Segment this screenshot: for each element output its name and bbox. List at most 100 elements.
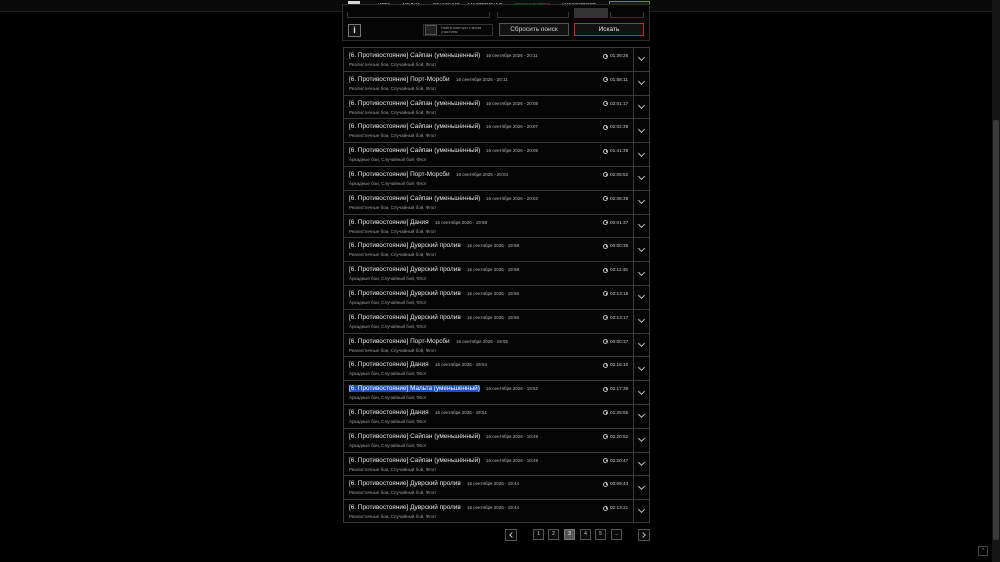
page-button[interactable]: 4 — [580, 529, 591, 540]
replay-date: 16 сентября 2026 - 20:07 — [486, 124, 538, 130]
replay-title[interactable]: [6. Противостояние] Порт-Морсби — [349, 338, 450, 345]
duration-value: 00:00:37 — [610, 338, 629, 344]
page-button[interactable]: ... — [611, 529, 622, 540]
page-button[interactable]: 5 — [595, 529, 606, 540]
expand-row-button[interactable] — [633, 95, 649, 119]
expand-row-button[interactable] — [633, 285, 649, 309]
replay-mode: Реалистичные бои, Случайный бой, Флот — [349, 62, 437, 67]
expand-row-button[interactable] — [633, 143, 649, 166]
replay-row[interactable]: [6. Противостояние] Дуврский пролив 16 се… — [343, 284, 650, 309]
expand-row-button[interactable] — [633, 119, 649, 143]
replay-title[interactable]: [6. Противостояние] Сайпан (уменьшенный) — [349, 457, 480, 464]
reset-search-button[interactable]: Сбросить поиск — [499, 23, 569, 36]
filter-field-1[interactable] — [347, 12, 490, 18]
pagination-next-button[interactable] — [638, 529, 650, 541]
page-button[interactable]: 1 — [533, 529, 544, 540]
replay-row[interactable]: [6. Противостояние] Дания 16 сентября 202… — [343, 403, 650, 428]
replay-row[interactable]: [6. Противостояние] Сайпан (уменьшенный)… — [343, 94, 650, 119]
replay-row[interactable]: [6. Противостояние] Сайпан (уменьшенный)… — [343, 427, 650, 452]
replay-title[interactable]: [6. Противостояние] Порт-Морсби — [349, 76, 450, 83]
replay-date: 16 сентября 2026 - 19:44 — [467, 481, 519, 487]
checkbox-box[interactable] — [425, 25, 437, 35]
replay-row[interactable]: [6. Противостояние] Порт-Морсби 16 сентяб… — [343, 70, 650, 95]
expand-row-button[interactable] — [633, 238, 649, 262]
replay-title[interactable]: [6. Противостояние] Дуврский пролив — [349, 290, 461, 297]
replay-date: 16 сентября 2026 - 20:08 — [486, 100, 538, 106]
replay-row[interactable]: [6. Противостояние] Порт-Морсби 16 сентяб… — [343, 165, 650, 190]
replay-mode: Аркадные бои, Случайный бой, Флот — [349, 418, 427, 424]
replay-row[interactable]: [6. Противостояние] Сайпан (уменьшенный)… — [343, 118, 650, 143]
replay-row[interactable]: [6. Противостояние] Дуврский пролив 16 се… — [343, 261, 650, 285]
expand-row-button[interactable] — [633, 71, 649, 95]
replay-row[interactable]: [6. Противостояние] Дуврский пролив 16 се… — [343, 499, 650, 523]
duration-value: 02:13:21 — [610, 505, 629, 511]
chevron-down-icon — [637, 268, 646, 276]
expand-row-button[interactable] — [633, 404, 649, 428]
expand-row-button[interactable] — [633, 166, 649, 190]
duration-value: 02:11:45 — [610, 267, 628, 273]
replay-title[interactable]: [6. Противостояние] Сайпан (уменьшенный) — [349, 433, 480, 440]
expand-row-button[interactable] — [633, 381, 649, 404]
my-replays-checkbox[interactable]: Найти повторы с моим участием — [423, 24, 493, 36]
replay-row[interactable]: [6. Противостояние] Дуврский пролив 16 се… — [343, 237, 650, 262]
replay-duration: 02:13:16 — [603, 291, 628, 297]
expand-row-button[interactable] — [633, 452, 649, 476]
replay-title[interactable]: [6. Противостояние] Дания — [349, 361, 429, 368]
replay-row[interactable]: [6. Противостояние] Сайпан (уменьшенный)… — [343, 47, 650, 71]
scrollbar-thumb[interactable] — [993, 120, 999, 540]
replay-title[interactable]: [6. Противостояние] Мальта (уменьшенный) — [349, 385, 480, 393]
replay-title[interactable]: [6. Противостояние] Дуврский пролив — [349, 242, 461, 249]
page-button[interactable]: 2 — [548, 529, 559, 540]
replay-title[interactable]: [6. Противостояние] Сайпан (уменьшенный) — [349, 195, 480, 202]
chevron-down-icon — [637, 387, 646, 395]
replay-title[interactable]: [6. Противостояние] Дания — [349, 219, 429, 226]
expand-row-button[interactable] — [633, 428, 649, 452]
expand-row-button[interactable] — [633, 190, 649, 214]
chevron-down-icon — [637, 125, 646, 133]
replay-row[interactable]: [6. Противостояние] Мальта (уменьшенный)… — [343, 380, 650, 404]
page-scrollbar[interactable] — [992, 0, 1000, 562]
replay-title[interactable]: [6. Противостояние] Дания — [349, 409, 429, 416]
replay-title[interactable]: [6. Противостояние] Сайпан (уменьшенный) — [349, 123, 480, 130]
replay-title[interactable]: [6. Противостояние] Дуврский пролив — [349, 314, 461, 321]
filter-field-3[interactable] — [574, 8, 608, 18]
replay-row[interactable]: [6. Противостояние] Дуврский пролив 16 се… — [343, 308, 650, 333]
filter-field-2[interactable] — [497, 12, 569, 18]
replay-mode: Аркадные бои, Случайный бой, Флот — [349, 395, 427, 401]
replay-date: 16 сентября 2026 - 19:44 — [467, 505, 519, 511]
replay-row[interactable]: [6. Противостояние] Сайпан (уменьшенный)… — [343, 189, 650, 214]
replay-title[interactable]: [6. Противостояние] Дуврский пролив — [349, 266, 461, 273]
expand-row-button[interactable] — [633, 214, 649, 238]
expand-row-button[interactable] — [633, 500, 649, 522]
replay-date: 16 сентября 2026 - 19:55 — [456, 338, 508, 344]
filter-field-4[interactable] — [610, 12, 644, 18]
replay-mode: Реалистичные бои, Случайный бой, Флот — [349, 347, 437, 353]
replay-row[interactable]: [6. Противостояние] Дания 16 сентября 202… — [343, 213, 650, 238]
replay-duration: 00:00:36 — [603, 243, 628, 249]
replay-row[interactable]: [6. Противостояние] Порт-Морсби 16 сентяб… — [343, 332, 650, 357]
clock-icon — [603, 220, 608, 226]
info-icon[interactable]: i — [348, 24, 361, 37]
replay-row[interactable]: [6. Противостояние] Дания 16 сентября 202… — [343, 356, 650, 381]
expand-row-button[interactable] — [633, 262, 649, 285]
page-button[interactable]: 3 — [564, 529, 575, 540]
pagination-prev-button[interactable] — [505, 529, 517, 541]
replay-title[interactable]: [6. Противостояние] Сайпан (уменьшенный) — [349, 100, 480, 107]
expand-row-button[interactable] — [633, 309, 649, 333]
clock-icon — [603, 148, 608, 154]
replay-title[interactable]: [6. Противостояние] Дуврский пролив — [349, 504, 461, 511]
replay-row[interactable]: [6. Противостояние] Дуврский пролив 16 се… — [343, 475, 650, 500]
replay-row[interactable]: [6. Противостояние] Сайпан (уменьшенный)… — [343, 142, 650, 166]
scroll-to-top-icon[interactable]: ^ — [978, 546, 988, 556]
search-button[interactable]: Искать — [574, 23, 644, 36]
expand-row-button[interactable] — [633, 48, 649, 71]
replay-title[interactable]: [6. Противостояние] Сайпан (уменьшенный) — [349, 52, 480, 59]
expand-row-button[interactable] — [633, 476, 649, 500]
expand-row-button[interactable] — [633, 333, 649, 357]
replay-row[interactable]: [6. Противостояние] Сайпан (уменьшенный)… — [343, 451, 650, 476]
expand-row-button[interactable] — [633, 357, 649, 381]
replay-title[interactable]: [6. Противостояние] Дуврский пролив — [349, 480, 461, 487]
replay-duration: 01:58:11 — [603, 77, 628, 83]
replay-title[interactable]: [6. Противостояние] Сайпан (уменьшенный) — [349, 147, 480, 154]
replay-title[interactable]: [6. Противостояние] Порт-Морсби — [349, 171, 450, 178]
